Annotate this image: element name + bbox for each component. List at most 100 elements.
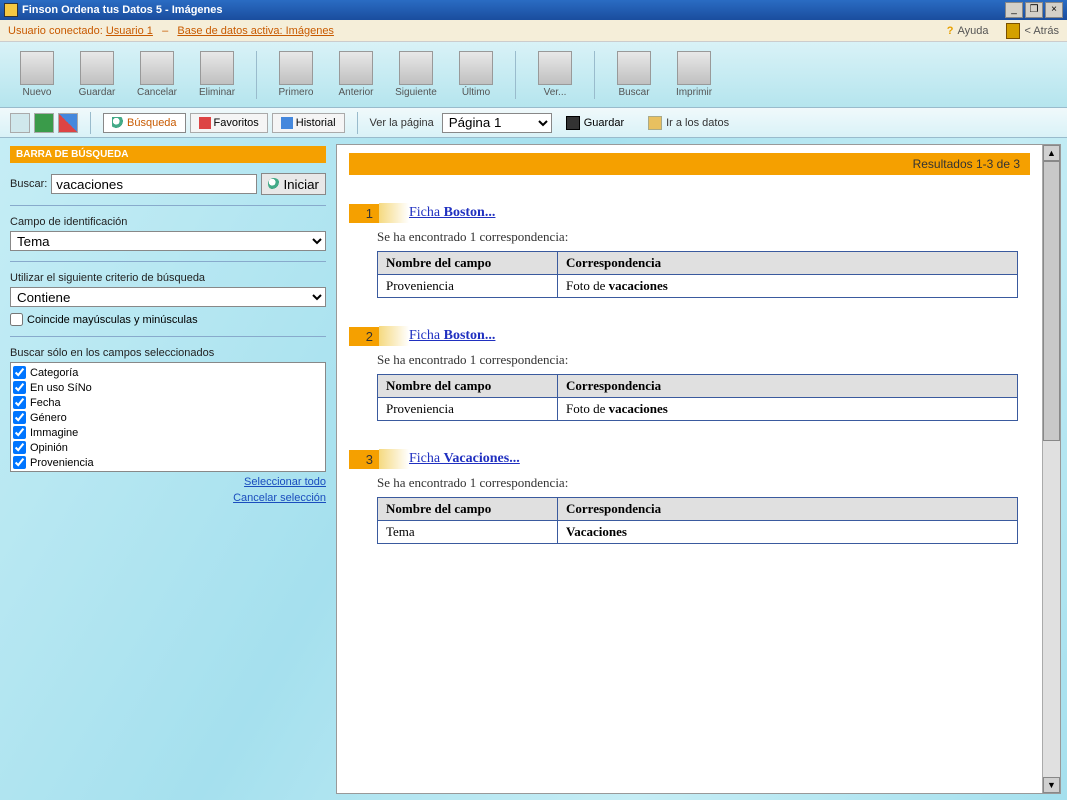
- toolbar-eliminar-button[interactable]: Eliminar: [190, 49, 244, 100]
- field-checkbox[interactable]: [13, 411, 26, 424]
- tab-busqueda[interactable]: Búsqueda: [103, 113, 186, 133]
- result-number: 2: [349, 327, 379, 346]
- ltimo-icon: [459, 51, 493, 85]
- db-link[interactable]: Base de datos activa: Imágenes: [177, 25, 334, 37]
- result-link[interactable]: Ficha Vacaciones...: [409, 451, 520, 467]
- toolbar-cancelar-button[interactable]: Cancelar: [130, 49, 184, 100]
- main-area: BARRA DE BÚSQUEDA Buscar: Iniciar Campo …: [0, 138, 1067, 800]
- table-header: Correspondencia: [558, 498, 1018, 521]
- view-list-button[interactable]: [10, 113, 30, 133]
- cancel-selection-link[interactable]: Cancelar selección: [233, 492, 326, 504]
- user-label: Usuario conectado:: [8, 25, 103, 37]
- status-sep: –: [162, 25, 168, 37]
- field-item[interactable]: En uso SíNo: [13, 380, 323, 395]
- save-page-button[interactable]: Guardar: [566, 116, 624, 130]
- case-sensitive-label: Coincide mayúsculas y minúsculas: [27, 314, 198, 326]
- field-checkbox[interactable]: [13, 366, 26, 379]
- toolbar-label: Siguiente: [395, 87, 437, 98]
- tab-favoritos[interactable]: Favoritos: [190, 113, 268, 133]
- criteria-label: Utilizar el siguiente criterio de búsque…: [10, 272, 326, 284]
- anterior-icon: [339, 51, 373, 85]
- maximize-button[interactable]: ❐: [1025, 2, 1043, 18]
- field-checkbox[interactable]: [13, 456, 26, 469]
- minimize-button[interactable]: _: [1005, 2, 1023, 18]
- field-checkbox[interactable]: [13, 426, 26, 439]
- back-button[interactable]: < Atrás: [1006, 23, 1059, 39]
- main-toolbar: NuevoGuardarCancelar Eliminar Primero Anter…: [0, 42, 1067, 108]
- result-message: Se ha encontrado 1 correspondencia:: [377, 352, 1030, 368]
- field-label: Categoría: [30, 367, 78, 379]
- help-button[interactable]: ?Ayuda: [947, 25, 989, 37]
- select-all-link[interactable]: Seleccionar todo: [244, 476, 326, 488]
- page-select[interactable]: Página 1: [442, 113, 552, 133]
- tab-historial[interactable]: Historial: [272, 113, 345, 133]
- result-link[interactable]: Ficha Boston...: [409, 205, 495, 221]
- toolbar-ltimo-button[interactable]: Último: [449, 49, 503, 100]
- toolbar-primero-button[interactable]: Primero: [269, 49, 323, 100]
- result-message: Se ha encontrado 1 correspondencia:: [377, 229, 1030, 245]
- scroll-down-button[interactable]: ▼: [1043, 777, 1060, 793]
- user-link[interactable]: Usuario 1: [106, 25, 153, 37]
- toolbar-nuevo-button[interactable]: Nuevo: [10, 49, 64, 100]
- field-item[interactable]: Categoría: [13, 365, 323, 380]
- toolbar-siguiente-button[interactable]: Siguiente: [389, 49, 443, 100]
- table-cell: Foto de vacaciones: [558, 398, 1018, 421]
- toolbar-anterior-button[interactable]: Anterior: [329, 49, 383, 100]
- window-title: Finson Ordena tus Datos 5 - Imágenes: [22, 4, 1003, 16]
- case-sensitive-checkbox[interactable]: [10, 313, 23, 326]
- search-start-button[interactable]: Iniciar: [261, 173, 326, 195]
- field-label: Proveniencia: [30, 457, 94, 469]
- divider: [10, 336, 326, 337]
- imprimir-icon: [677, 51, 711, 85]
- scrollbar[interactable]: ▲ ▼: [1042, 145, 1060, 793]
- toolbar-label: Ver...: [544, 87, 567, 98]
- result-table: Nombre del campoCorrespondenciaProvenien…: [377, 251, 1018, 298]
- toolbar-imprimir-button[interactable]: Imprimir: [667, 49, 721, 100]
- field-item[interactable]: Género: [13, 410, 323, 425]
- table-header: Nombre del campo: [378, 252, 558, 275]
- field-item[interactable]: Opinión: [13, 440, 323, 455]
- field-item[interactable]: Proveniencia: [13, 455, 323, 470]
- eliminar-icon: [200, 51, 234, 85]
- toolbar-guardar-button[interactable]: Guardar: [70, 49, 124, 100]
- toolbar-label: Eliminar: [199, 87, 235, 98]
- history-icon: [281, 117, 293, 129]
- id-field-select[interactable]: Tema: [10, 231, 326, 251]
- fields-listbox[interactable]: Categoría En uso SíNoFechaGéneroImmagine O…: [10, 362, 326, 472]
- goto-data-button[interactable]: Ir a los datos: [648, 116, 729, 130]
- results-content: Resultados 1-3 de 3 1Ficha Boston...Se h…: [337, 145, 1042, 793]
- toolbar-ver-button[interactable]: Ver...: [528, 49, 582, 100]
- view-tiles-button[interactable]: [58, 113, 78, 133]
- scroll-thumb[interactable]: [1043, 161, 1060, 441]
- separator: [256, 51, 257, 99]
- criteria-select[interactable]: Contiene: [10, 287, 326, 307]
- field-checkbox[interactable]: [13, 396, 26, 409]
- cancelar-icon: [140, 51, 174, 85]
- view-grid-green-button[interactable]: [34, 113, 54, 133]
- search-sidebar: BARRA DE BÚSQUEDA Buscar: Iniciar Campo …: [0, 138, 336, 800]
- close-button[interactable]: ×: [1045, 2, 1063, 18]
- door-icon: [1006, 23, 1020, 39]
- table-cell: Tema: [378, 521, 558, 544]
- field-label: Opinión: [30, 442, 68, 454]
- toolbar-buscar-button[interactable]: Buscar: [607, 49, 661, 100]
- field-item[interactable]: Immagine: [13, 425, 323, 440]
- field-checkbox[interactable]: [13, 381, 26, 394]
- results-header: Resultados 1-3 de 3: [349, 153, 1030, 175]
- field-label: En uso SíNo: [30, 382, 92, 394]
- field-checkbox[interactable]: [13, 441, 26, 454]
- search-icon: [268, 178, 280, 190]
- search-input[interactable]: [51, 174, 257, 194]
- result-message: Se ha encontrado 1 correspondencia:: [377, 475, 1030, 491]
- save-icon: [566, 116, 580, 130]
- status-bar: Usuario conectado: Usuario 1 – Base de d…: [0, 20, 1067, 42]
- ver-icon: [538, 51, 572, 85]
- toolbar-label: Anterior: [338, 87, 373, 98]
- field-item[interactable]: Fecha: [13, 395, 323, 410]
- scroll-up-button[interactable]: ▲: [1043, 145, 1060, 161]
- result-item: 2 Ficha Boston... Se ha encontrado 1 corre…: [349, 326, 1030, 421]
- result-item: 3Ficha Vacaciones...Se ha encontrado 1 c…: [349, 449, 1030, 544]
- table-cell: Vacaciones: [558, 521, 1018, 544]
- result-link[interactable]: Ficha Boston...: [409, 328, 495, 344]
- table-header: Nombre del campo: [378, 498, 558, 521]
